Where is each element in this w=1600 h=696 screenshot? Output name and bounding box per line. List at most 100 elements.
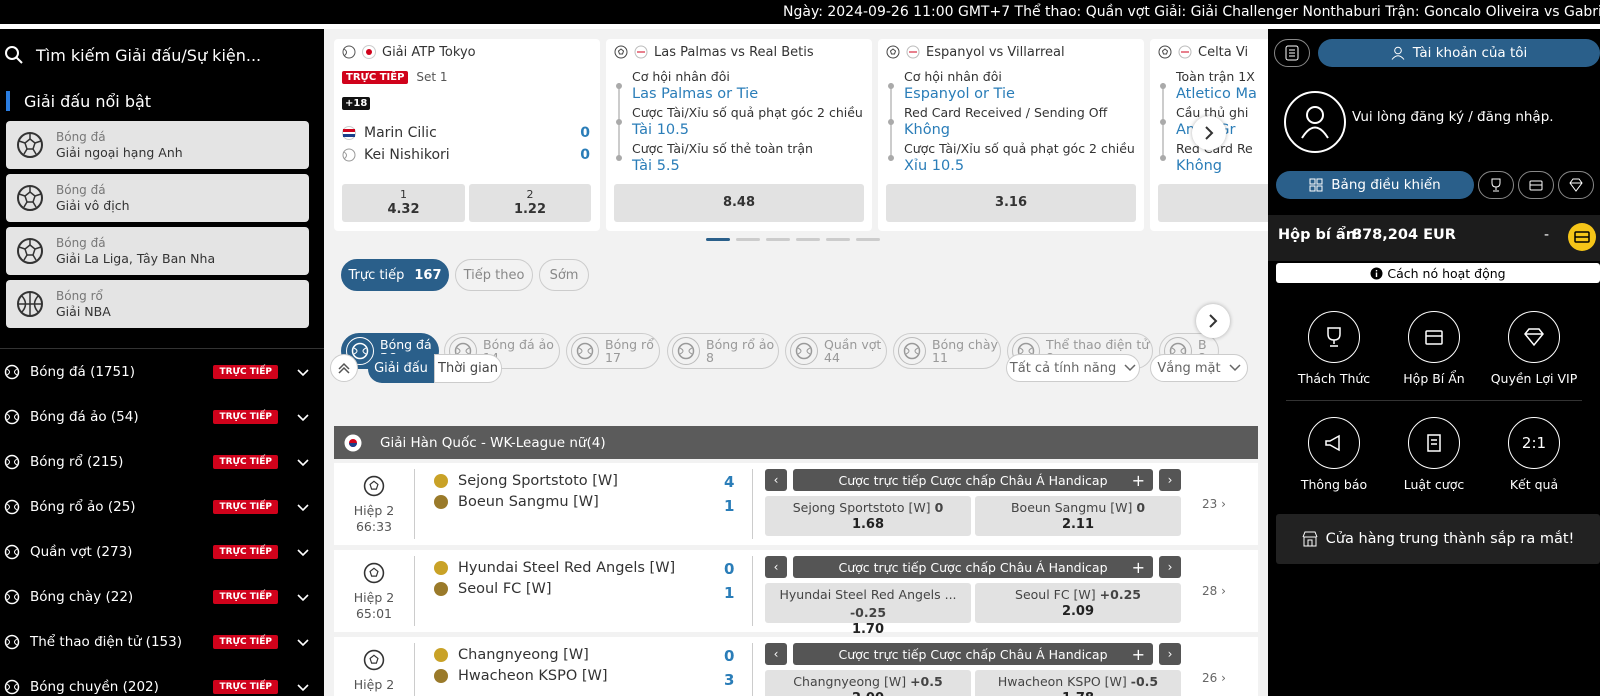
odds-home[interactable]: Changnyeong [W] +0.5 2.00 — [765, 670, 971, 696]
featured-league-1[interactable]: Bóng đá Giải vô địch — [6, 174, 309, 222]
view-by-league[interactable]: Giải đấu — [368, 354, 434, 383]
chevron-down-icon — [297, 593, 309, 601]
match-clock: 65:01 — [355, 606, 393, 621]
sports-next-button[interactable] — [1196, 304, 1230, 338]
sport-item-6[interactable]: Thể thao điện tử (153) TRỰC TIẾP — [0, 619, 324, 664]
odd-button-1[interactable]: 1 4.32 — [342, 184, 465, 222]
odds-home[interactable]: Sejong Sportstoto [W] 0 1.68 — [765, 496, 971, 536]
sport-item-7[interactable]: Bóng chuyền (202) TRỰC TIẾP — [0, 664, 324, 696]
betslip-button[interactable] — [1274, 39, 1310, 67]
sport-item-1[interactable]: Bóng đá ảo (54) TRỰC TIẾP — [0, 394, 324, 439]
basketball-icon — [16, 290, 44, 318]
sport-tab-5[interactable]: Bóng chày 11 — [893, 333, 1001, 369]
login-prompt[interactable]: Vui lòng đăng ký / đăng nhập. — [1352, 109, 1554, 125]
trophy-button[interactable] — [1478, 171, 1514, 199]
vip-button[interactable] — [1558, 171, 1594, 199]
league-header[interactable]: Giải Hàn Quốc - WK-League nữ(4) — [334, 426, 1258, 459]
absent-dropdown[interactable]: Vắng mặt — [1150, 354, 1248, 382]
market-next-button[interactable]: › — [1159, 469, 1181, 491]
odds-value: 2.00 — [765, 691, 971, 696]
match-row[interactable]: Hiệp 2 65:01 Hyundai Steel Red Angels [W] S… — [334, 550, 1258, 637]
virtual-basketball-icon — [672, 337, 700, 365]
sport-tab-3[interactable]: Bóng rổ ảo 8 — [667, 333, 779, 369]
sport-tab-name: Thể thao điện tử — [1046, 337, 1150, 352]
card-odd-button[interactable]: 3.16 — [886, 184, 1136, 222]
quick-link-megaphone[interactable]: Thông báo — [1284, 417, 1384, 492]
avatar[interactable] — [1284, 91, 1346, 153]
box-icon — [1529, 180, 1543, 191]
quick-link-rules[interactable]: Luật cược — [1384, 417, 1484, 492]
odds-away[interactable]: Boeun Sangmu [W] 0 2.11 — [975, 496, 1181, 536]
more-markets-link[interactable]: 23 › — [1202, 497, 1226, 511]
tab-live[interactable]: Trực tiếp 167 — [341, 259, 449, 291]
market-next-button[interactable]: › — [1159, 643, 1181, 665]
sport-tab-count: 8 — [706, 350, 714, 365]
tab-early[interactable]: Sớm — [539, 259, 589, 291]
tab-next[interactable]: Tiếp theo — [455, 259, 533, 291]
odds-away[interactable]: Seoul FC [W] +0.25 2.09 — [975, 583, 1181, 623]
rules-icon — [1408, 417, 1460, 469]
how-it-works-button[interactable]: Cách nó hoạt động — [1276, 263, 1600, 283]
quick-link-diamond[interactable]: Quyền Lợi VIP — [1484, 311, 1584, 386]
my-account-button[interactable]: Tài khoản của tôi — [1318, 39, 1600, 67]
odds-away[interactable]: Hwacheon KSPO [W] -0.5 1.78 — [975, 670, 1181, 696]
soccer-ball-icon — [4, 364, 20, 379]
market-prev-button[interactable]: ‹ — [765, 643, 787, 665]
more-markets-link[interactable]: 26 › — [1202, 671, 1226, 685]
age-badge: +18 — [342, 97, 371, 110]
home-score: 4 — [724, 473, 735, 491]
market-question: Cược Tài/Xỉu số thẻ toàn trận — [632, 141, 813, 156]
sport-item-2[interactable]: Bóng rổ (215) TRỰC TIẾP — [0, 439, 324, 484]
market-prev-button[interactable]: ‹ — [765, 469, 787, 491]
odds-home[interactable]: Hyundai Steel Red Angels ... -0.25 1.70 — [765, 583, 971, 637]
carousel-pager[interactable] — [706, 238, 880, 241]
quick-link-trophy[interactable]: Thách Thức — [1284, 311, 1384, 386]
market-title[interactable]: Cược trực tiếp Cược chấp Châu Á Handicap… — [793, 556, 1153, 578]
trophy-icon — [1308, 311, 1360, 363]
market-title[interactable]: Cược trực tiếp Cược chấp Châu Á Handicap… — [793, 469, 1153, 491]
card-odd-button[interactable]: 8.48 — [614, 184, 864, 222]
dashboard-button[interactable]: Bảng điều khiển — [1276, 171, 1474, 199]
featured-league-3[interactable]: Bóng rổ Giải NBA — [6, 280, 309, 328]
odds-value: 1.68 — [851, 517, 885, 532]
more-markets-link[interactable]: 28 › — [1202, 584, 1226, 598]
sport-tab-4[interactable]: Quần vợt 44 — [785, 333, 887, 369]
sport-item-0[interactable]: Bóng đá (1751) TRỰC TIẾP — [0, 349, 324, 394]
sport-item-3[interactable]: Bóng rổ ảo (25) TRỰC TIẾP — [0, 484, 324, 529]
mystery-box-coin[interactable] — [1568, 223, 1596, 251]
features-dropdown[interactable]: Tất cả tính năng — [1006, 354, 1140, 382]
live-badge: TRỰC TIẾP — [213, 544, 278, 559]
collapse-all-button[interactable] — [330, 354, 358, 382]
mystery-box-button[interactable] — [1518, 171, 1554, 199]
home-team: Sejong Sportstoto [W] — [458, 473, 618, 489]
card-odd-button[interactable] — [1158, 184, 1268, 222]
featured-name: Giải vô địch — [56, 197, 130, 213]
how-it-works-label: Cách nó hoạt động — [1387, 265, 1506, 281]
sport-tab-2[interactable]: Bóng rổ 17 — [566, 333, 660, 369]
sport-item-4[interactable]: Quần vợt (273) TRỰC TIẾP — [0, 529, 324, 574]
soccer-ball-icon — [363, 649, 385, 671]
match-row[interactable]: Hiệp 267:26Changnyeong [W]Hwacheon KSPO … — [334, 637, 1258, 696]
carousel-next-button[interactable] — [1192, 116, 1226, 150]
highlight-card-tennis[interactable]: Giải ATP Tokyo TRỰC TIẾP Set 1 +18 Marin… — [334, 39, 600, 231]
featured-league-2[interactable]: Bóng đá Giải La Liga, Tây Ban Nha — [6, 227, 309, 275]
odd-button-2[interactable]: 2 1.22 — [469, 184, 591, 222]
market-next-button[interactable]: › — [1159, 556, 1181, 578]
highlight-card-1[interactable]: Las Palmas vs Real Betis Cơ hội nhân đôi L… — [606, 39, 872, 231]
featured-league-0[interactable]: Bóng đá Giải ngoại hạng Anh — [6, 121, 309, 169]
highlight-card-2[interactable]: Espanyol vs Villarreal Cơ hội nhân đôi Esp… — [878, 39, 1144, 231]
view-by-time[interactable]: Thời gian — [434, 354, 502, 383]
market-title[interactable]: Cược trực tiếp Cược chấp Châu Á Handicap… — [793, 643, 1153, 665]
mystery-box-bar: Hộp bí ẩn: 878,204 EUR - — [1268, 215, 1600, 261]
user-icon — [1301, 106, 1329, 139]
featured-category: Bóng đá — [56, 182, 106, 197]
soccer-ball-icon — [614, 45, 628, 59]
sport-item-5[interactable]: Bóng chày (22) TRỰC TIẾP — [0, 574, 324, 619]
quick-link-box[interactable]: Hộp Bí Ẩn — [1384, 311, 1484, 386]
search-bar[interactable]: Tìm kiếm Giải đấu/Sự kiện... — [0, 29, 324, 81]
left-sidebar: Tìm kiếm Giải đấu/Sự kiện... Giải đấu nổ… — [0, 29, 324, 696]
quick-link-results[interactable]: 2:1 Kết quả — [1484, 417, 1584, 492]
loyalty-store-banner[interactable]: Cửa hàng trung thành sắp ra mắt! — [1276, 514, 1600, 564]
market-prev-button[interactable]: ‹ — [765, 556, 787, 578]
match-row[interactable]: Hiệp 2 66:33 Sejong Sportstoto [W] Boeun Sa… — [334, 463, 1258, 545]
